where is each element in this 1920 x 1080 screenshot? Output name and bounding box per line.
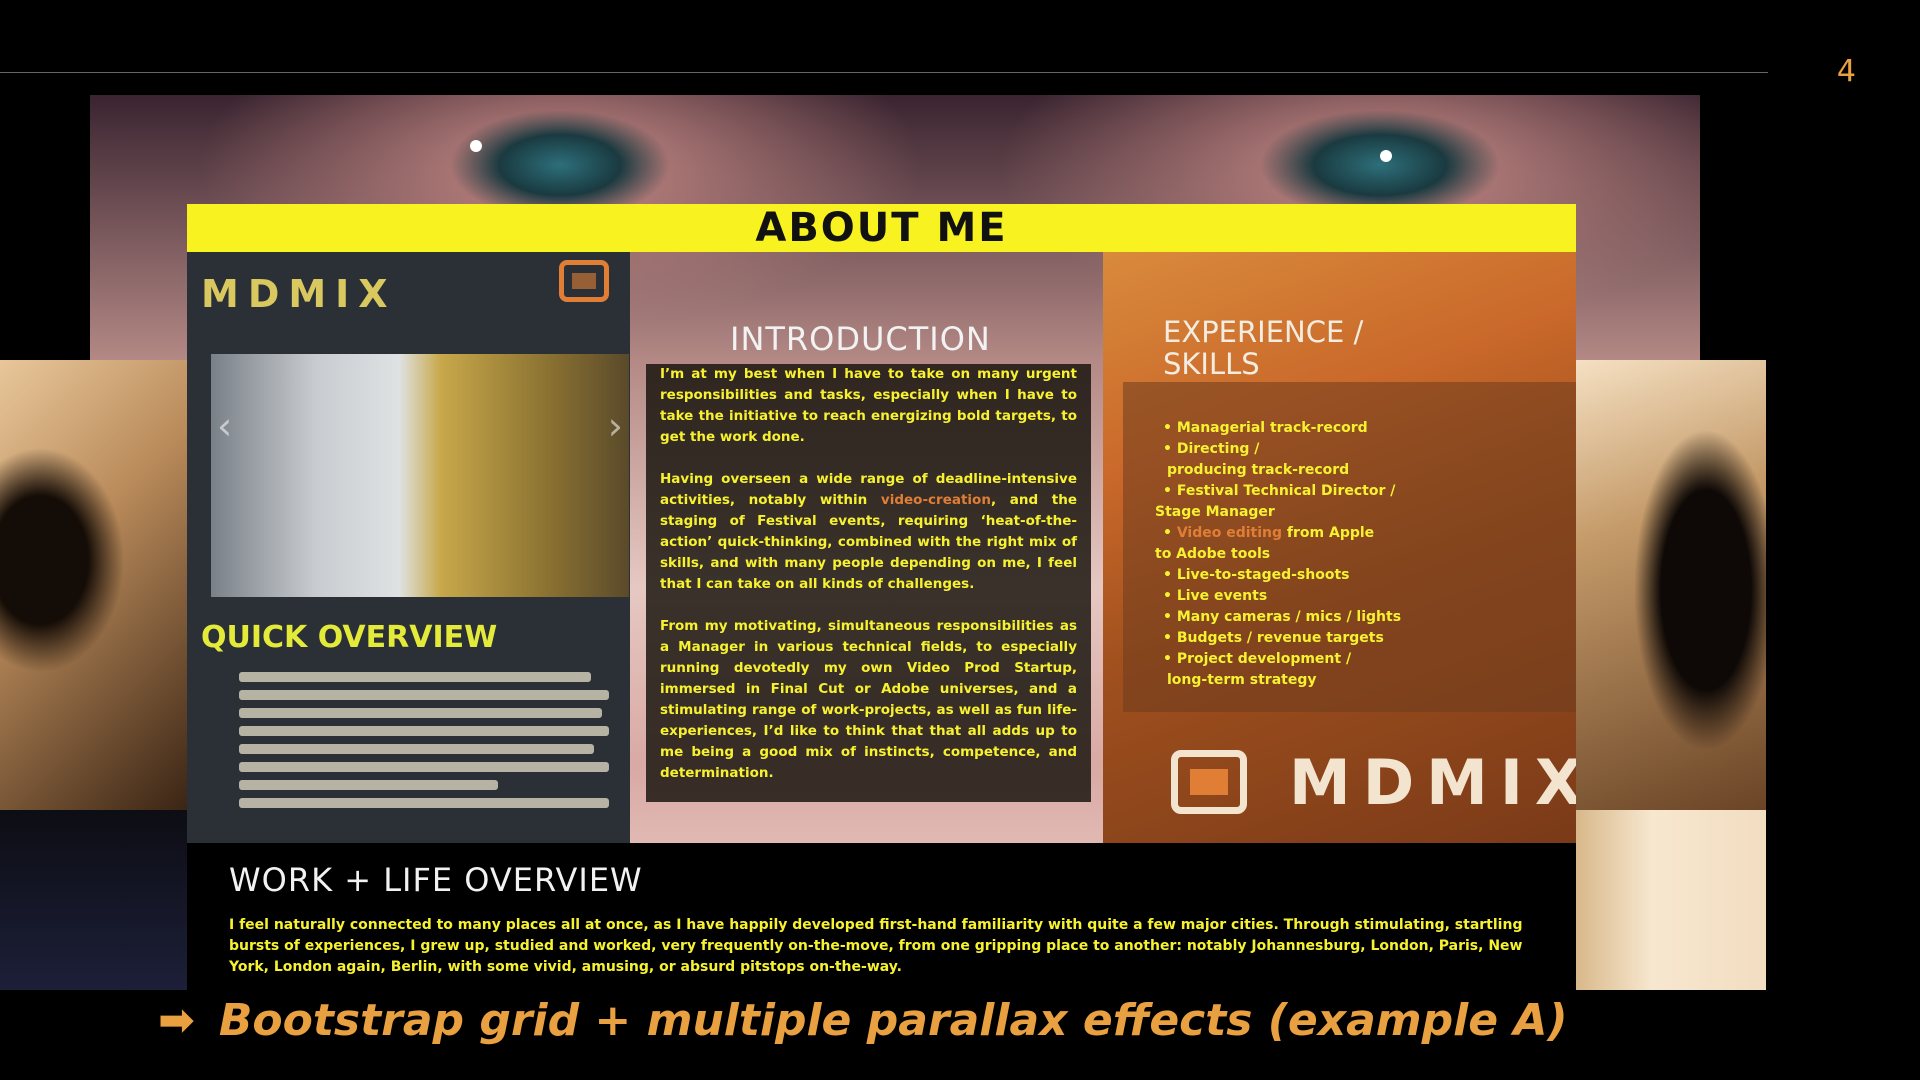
eye-glint: [1380, 150, 1392, 162]
slide-caption: ➡ Bootstrap grid + multiple parallax effe…: [158, 995, 1568, 1046]
experience-title-line: SKILLS: [1163, 347, 1260, 381]
list-item-text: long-term strategy: [1167, 672, 1317, 688]
list-item: Project development /: [1163, 649, 1401, 670]
list-item: Directing /: [1163, 439, 1401, 460]
list-item-text: to Adobe tools: [1155, 546, 1271, 562]
intro-paragraph-2: Having overseen a wide range of deadline…: [660, 469, 1077, 595]
experience-list: Managerial track-record Directing / prod…: [1155, 418, 1401, 691]
middle-column: INTRODUCTION I’m at my best when I have …: [630, 252, 1103, 843]
list-item: Live-to-staged-shoots: [1163, 565, 1401, 586]
video-editing-link[interactable]: Video editing: [1177, 525, 1282, 541]
introduction-title: INTRODUCTION: [730, 320, 991, 358]
image-carousel[interactable]: ‹ ›: [211, 354, 629, 597]
work-life-overview-title: WORK + LIFE OVERVIEW: [229, 861, 643, 899]
list-item-continuation: long-term strategy: [1155, 670, 1401, 691]
list-item: Video editing from Apple: [1163, 523, 1401, 544]
blurred-line: [239, 708, 602, 718]
chevron-right-icon[interactable]: ›: [608, 404, 623, 448]
intro-paragraph-3: From my motivating, simultaneous respons…: [660, 618, 1077, 781]
blurred-line: [239, 672, 591, 682]
blurred-line: [239, 744, 595, 754]
experience-title-line: EXPERIENCE /: [1163, 315, 1364, 349]
list-item-text: producing track-record: [1167, 462, 1350, 478]
website-screenshot: ABOUT ME MDMIX ‹ › QUICK OVERVIEW INTROD…: [187, 204, 1576, 990]
left-column: MDMIX ‹ › QUICK OVERVIEW: [187, 252, 630, 843]
work-life-overview-section: WORK + LIFE OVERVIEW I feel naturally co…: [187, 843, 1576, 990]
blurred-line: [239, 780, 498, 790]
site-logo[interactable]: MDMIX: [201, 272, 397, 316]
background-right-image: [1576, 360, 1766, 810]
about-me-title: ABOUT ME: [755, 205, 1008, 251]
list-item-continuation: producing track-record: [1155, 460, 1401, 481]
work-life-overview-text: I feel naturally connected to many place…: [229, 917, 1523, 975]
tv-icon: [1171, 750, 1247, 814]
right-column: EXPERIENCE / SKILLS Managerial track-rec…: [1103, 252, 1576, 843]
list-item-text: from Apple: [1286, 525, 1375, 541]
background-left-image: [0, 360, 190, 810]
quick-overview-title: QUICK OVERVIEW: [201, 620, 498, 655]
quick-overview-blurred-text: [239, 664, 609, 843]
blurred-line: [239, 798, 609, 808]
list-item-text: Stage Manager: [1155, 504, 1275, 520]
blurred-line: [239, 726, 609, 736]
about-me-bar: ABOUT ME: [187, 204, 1576, 252]
experience-skills-title: EXPERIENCE / SKILLS: [1163, 316, 1363, 380]
slide-number: 4: [1836, 54, 1856, 89]
list-item: Live events: [1163, 586, 1401, 607]
list-item: Many cameras / mics / lights: [1163, 607, 1401, 628]
chevron-left-icon[interactable]: ‹: [217, 404, 232, 448]
site-logo-large: MDMIX: [1289, 746, 1576, 819]
arrow-right-icon: ➡: [158, 995, 195, 1046]
list-item: Managerial track-record: [1163, 418, 1401, 439]
intro-paragraph-1: I’m at my best when I have to take on ma…: [660, 366, 1077, 445]
list-item-continuation: Stage Manager: [1155, 502, 1401, 523]
list-item: Budgets / revenue targets: [1163, 628, 1401, 649]
background-right-lower-image: [1576, 810, 1766, 990]
list-item-continuation: to Adobe tools: [1155, 544, 1401, 565]
introduction-text-box: I’m at my best when I have to take on ma…: [646, 364, 1091, 802]
header-rule: [0, 72, 1768, 73]
video-creation-link[interactable]: video-creation: [881, 492, 991, 508]
blurred-line: [239, 762, 609, 772]
tv-icon[interactable]: [559, 260, 609, 302]
background-left-lower-image: [0, 810, 190, 990]
eye-glint: [470, 140, 482, 152]
list-item: Festival Technical Director /: [1163, 481, 1401, 502]
blurred-line: [239, 690, 609, 700]
caption-text: Bootstrap grid + multiple parallax effec…: [218, 995, 1568, 1046]
